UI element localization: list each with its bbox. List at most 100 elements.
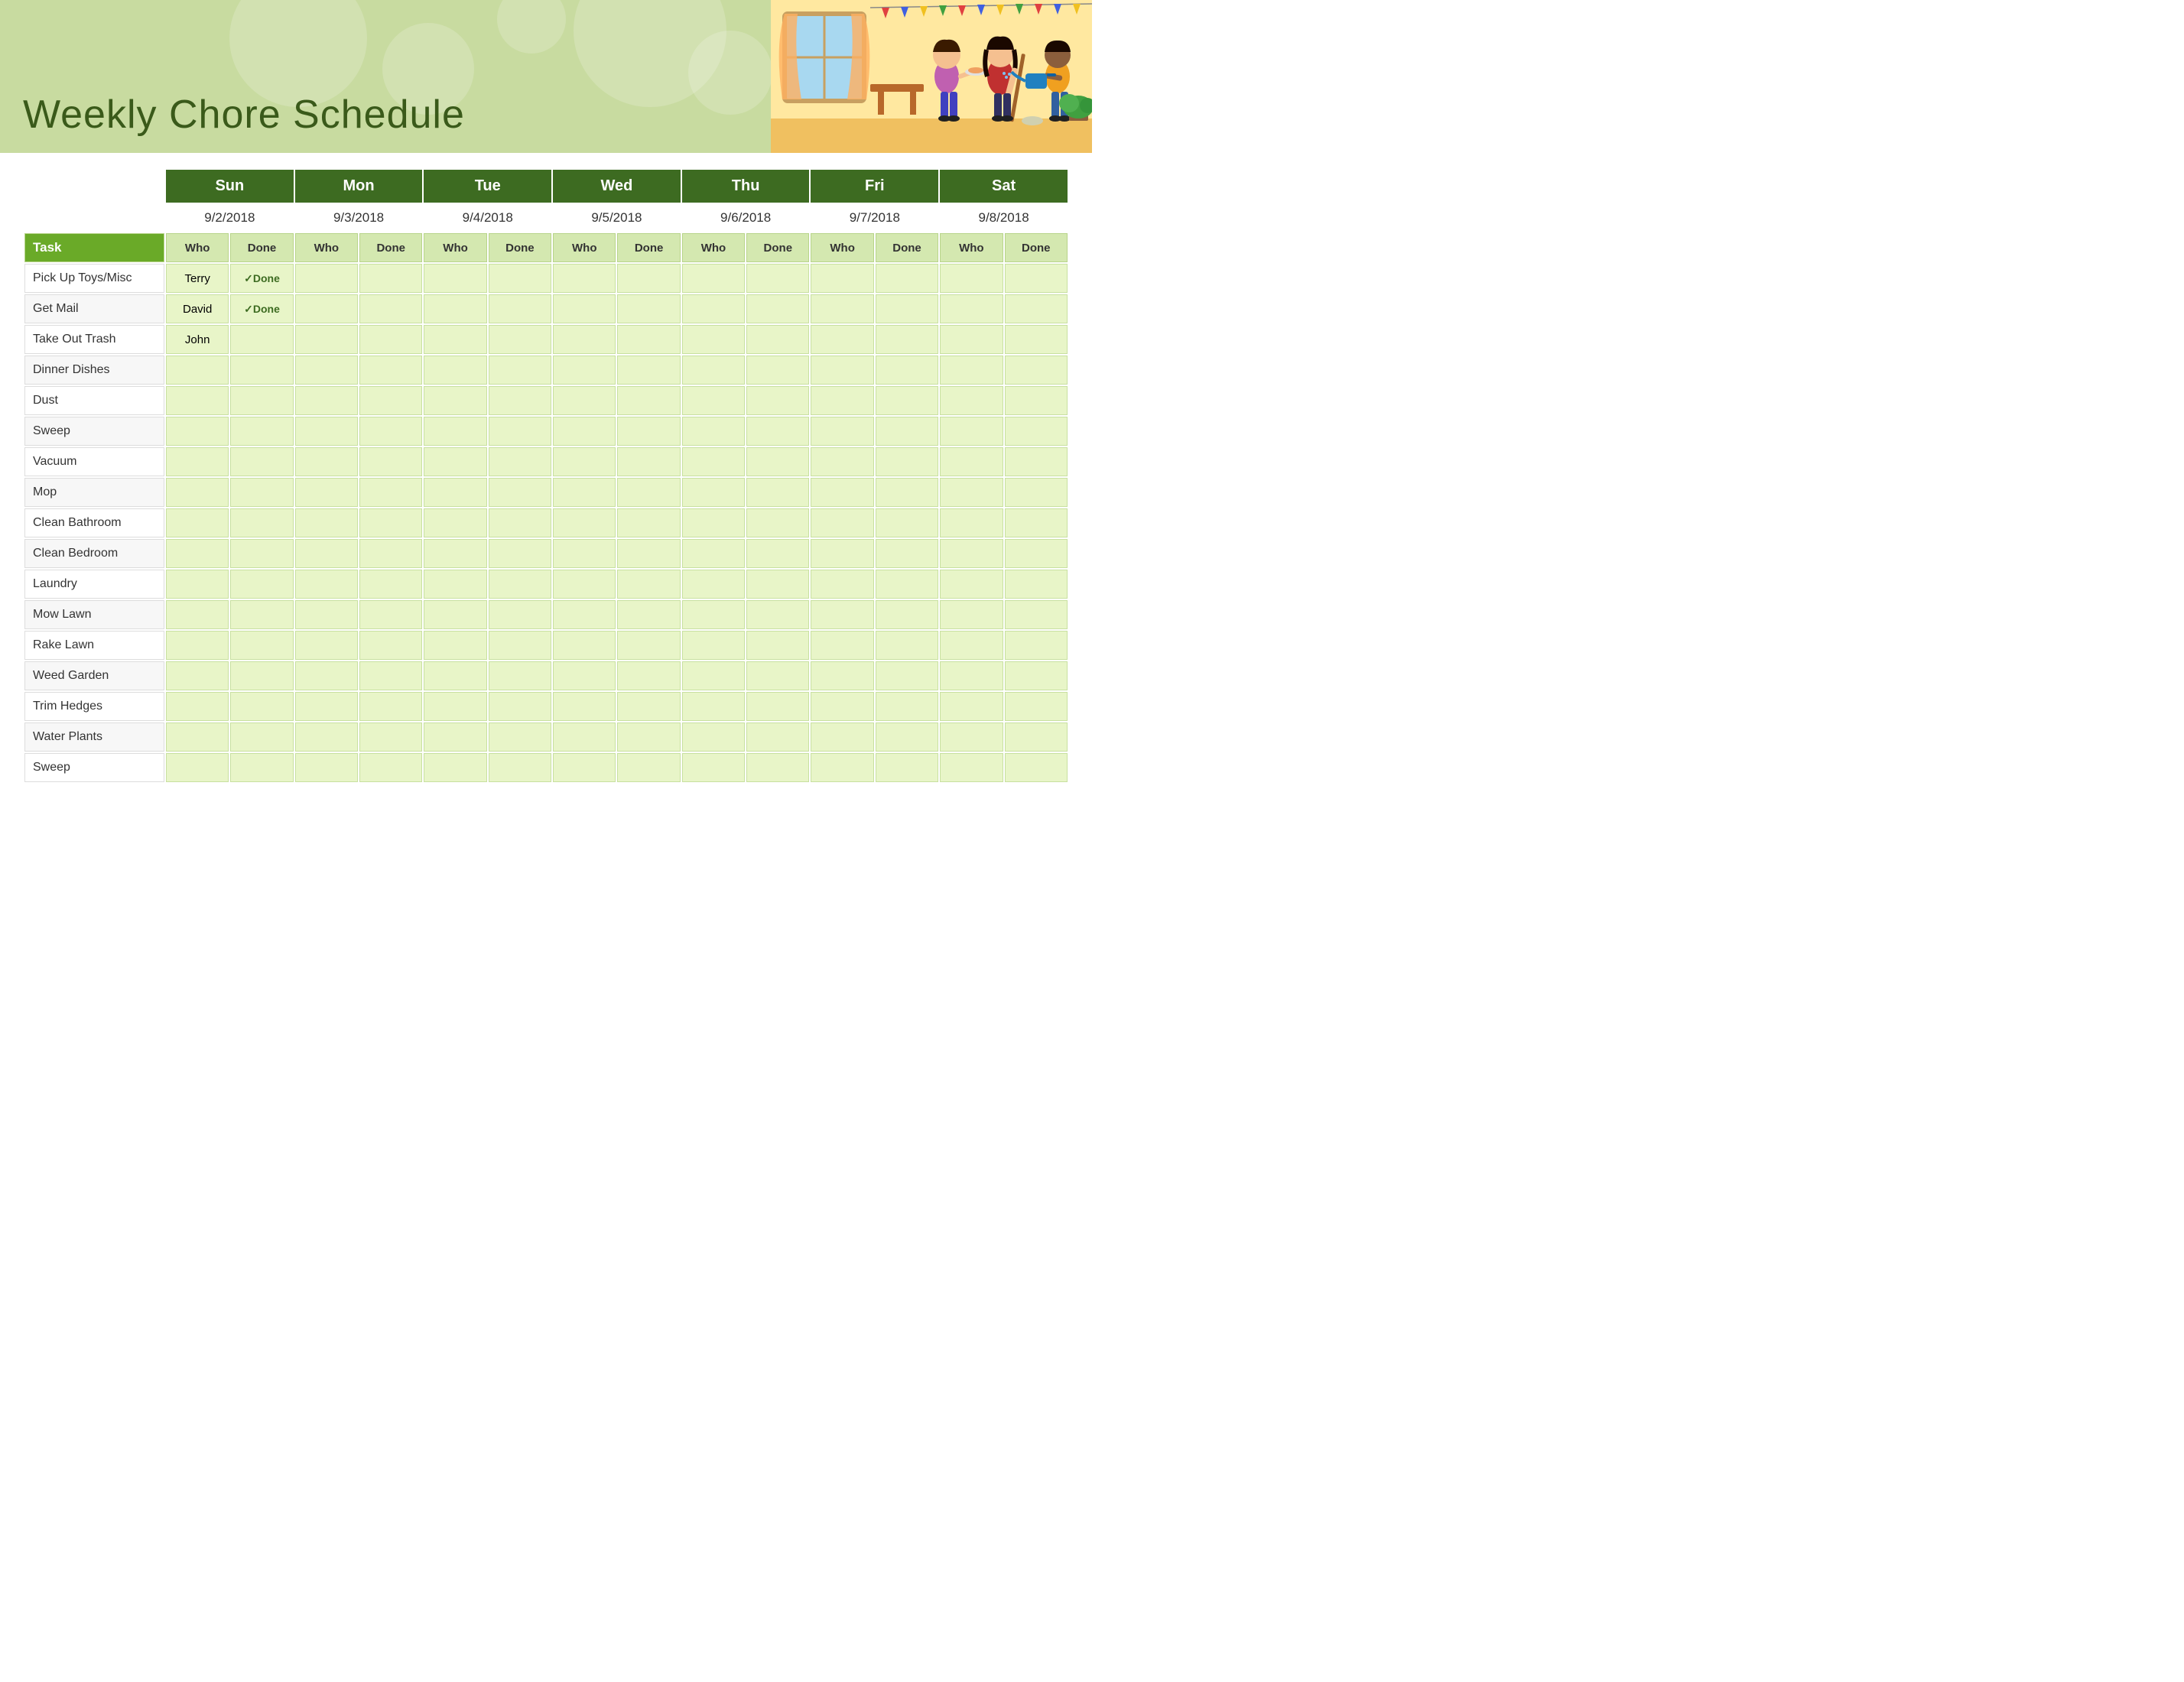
mon-done-cell[interactable] xyxy=(359,356,422,385)
thu-done-cell[interactable] xyxy=(746,417,809,446)
mon-done-cell[interactable] xyxy=(359,753,422,782)
tue-who-cell[interactable] xyxy=(424,753,486,782)
mon-done-cell[interactable] xyxy=(359,264,422,293)
tue-done-cell[interactable] xyxy=(489,539,551,568)
sat-done-cell[interactable] xyxy=(1005,478,1068,507)
sat-done-cell[interactable] xyxy=(1005,417,1068,446)
tue-done-cell[interactable] xyxy=(489,294,551,323)
fri-who-cell[interactable] xyxy=(811,508,873,537)
tue-who-cell[interactable] xyxy=(424,356,486,385)
mon-who-cell[interactable] xyxy=(295,325,358,354)
wed-who-cell[interactable] xyxy=(553,722,616,752)
sat-done-cell[interactable] xyxy=(1005,631,1068,660)
tue-who-cell[interactable] xyxy=(424,478,486,507)
fri-who-cell[interactable] xyxy=(811,447,873,476)
sun-done-cell[interactable] xyxy=(230,447,293,476)
fri-done-cell[interactable] xyxy=(876,264,938,293)
thu-who-cell[interactable] xyxy=(682,600,745,629)
sun-done-cell[interactable]: ✓Done xyxy=(230,294,293,323)
sat-who-cell[interactable] xyxy=(940,478,1003,507)
thu-who-cell[interactable] xyxy=(682,508,745,537)
fri-done-cell[interactable] xyxy=(876,722,938,752)
mon-done-cell[interactable] xyxy=(359,325,422,354)
mon-who-cell[interactable] xyxy=(295,722,358,752)
wed-who-cell[interactable] xyxy=(553,692,616,721)
fri-who-cell[interactable] xyxy=(811,417,873,446)
sun-who-cell[interactable] xyxy=(166,722,229,752)
thu-done-cell[interactable] xyxy=(746,264,809,293)
sun-done-cell[interactable] xyxy=(230,508,293,537)
wed-done-cell[interactable] xyxy=(617,478,680,507)
sun-done-cell[interactable]: ✓Done xyxy=(230,264,293,293)
thu-done-cell[interactable] xyxy=(746,661,809,690)
sat-done-cell[interactable] xyxy=(1005,264,1068,293)
sun-done-cell[interactable] xyxy=(230,692,293,721)
sun-who-cell[interactable] xyxy=(166,631,229,660)
tue-who-cell[interactable] xyxy=(424,539,486,568)
thu-done-cell[interactable] xyxy=(746,722,809,752)
tue-done-cell[interactable] xyxy=(489,508,551,537)
wed-done-cell[interactable] xyxy=(617,417,680,446)
thu-done-cell[interactable] xyxy=(746,356,809,385)
mon-who-cell[interactable] xyxy=(295,264,358,293)
mon-done-cell[interactable] xyxy=(359,478,422,507)
thu-done-cell[interactable] xyxy=(746,508,809,537)
sun-done-cell[interactable] xyxy=(230,600,293,629)
mon-who-cell[interactable] xyxy=(295,356,358,385)
tue-done-cell[interactable] xyxy=(489,264,551,293)
wed-who-cell[interactable] xyxy=(553,478,616,507)
sat-done-cell[interactable] xyxy=(1005,570,1068,599)
tue-done-cell[interactable] xyxy=(489,600,551,629)
fri-who-cell[interactable] xyxy=(811,356,873,385)
wed-done-cell[interactable] xyxy=(617,356,680,385)
mon-who-cell[interactable] xyxy=(295,570,358,599)
mon-done-cell[interactable] xyxy=(359,692,422,721)
wed-done-cell[interactable] xyxy=(617,722,680,752)
sun-who-cell[interactable] xyxy=(166,447,229,476)
sat-who-cell[interactable] xyxy=(940,356,1003,385)
wed-who-cell[interactable] xyxy=(553,631,616,660)
tue-who-cell[interactable] xyxy=(424,692,486,721)
sat-done-cell[interactable] xyxy=(1005,722,1068,752)
sat-done-cell[interactable] xyxy=(1005,661,1068,690)
sat-done-cell[interactable] xyxy=(1005,294,1068,323)
thu-who-cell[interactable] xyxy=(682,753,745,782)
wed-done-cell[interactable] xyxy=(617,386,680,415)
sun-done-cell[interactable] xyxy=(230,417,293,446)
tue-done-cell[interactable] xyxy=(489,722,551,752)
sun-who-cell[interactable] xyxy=(166,478,229,507)
fri-done-cell[interactable] xyxy=(876,753,938,782)
thu-done-cell[interactable] xyxy=(746,478,809,507)
wed-who-cell[interactable] xyxy=(553,386,616,415)
sun-who-cell[interactable]: John xyxy=(166,325,229,354)
mon-done-cell[interactable] xyxy=(359,600,422,629)
sun-done-cell[interactable] xyxy=(230,325,293,354)
sun-done-cell[interactable] xyxy=(230,539,293,568)
wed-done-cell[interactable] xyxy=(617,600,680,629)
thu-who-cell[interactable] xyxy=(682,294,745,323)
fri-done-cell[interactable] xyxy=(876,417,938,446)
sat-done-cell[interactable] xyxy=(1005,447,1068,476)
fri-done-cell[interactable] xyxy=(876,508,938,537)
sat-done-cell[interactable] xyxy=(1005,508,1068,537)
wed-done-cell[interactable] xyxy=(617,631,680,660)
thu-who-cell[interactable] xyxy=(682,539,745,568)
thu-done-cell[interactable] xyxy=(746,386,809,415)
mon-who-cell[interactable] xyxy=(295,447,358,476)
sun-who-cell[interactable] xyxy=(166,417,229,446)
wed-who-cell[interactable] xyxy=(553,447,616,476)
sat-who-cell[interactable] xyxy=(940,753,1003,782)
mon-who-cell[interactable] xyxy=(295,753,358,782)
wed-done-cell[interactable] xyxy=(617,570,680,599)
fri-done-cell[interactable] xyxy=(876,631,938,660)
fri-who-cell[interactable] xyxy=(811,692,873,721)
sat-who-cell[interactable] xyxy=(940,264,1003,293)
sun-who-cell[interactable]: Terry xyxy=(166,264,229,293)
tue-done-cell[interactable] xyxy=(489,386,551,415)
tue-done-cell[interactable] xyxy=(489,417,551,446)
fri-done-cell[interactable] xyxy=(876,478,938,507)
tue-done-cell[interactable] xyxy=(489,753,551,782)
fri-who-cell[interactable] xyxy=(811,294,873,323)
tue-who-cell[interactable] xyxy=(424,631,486,660)
thu-who-cell[interactable] xyxy=(682,722,745,752)
